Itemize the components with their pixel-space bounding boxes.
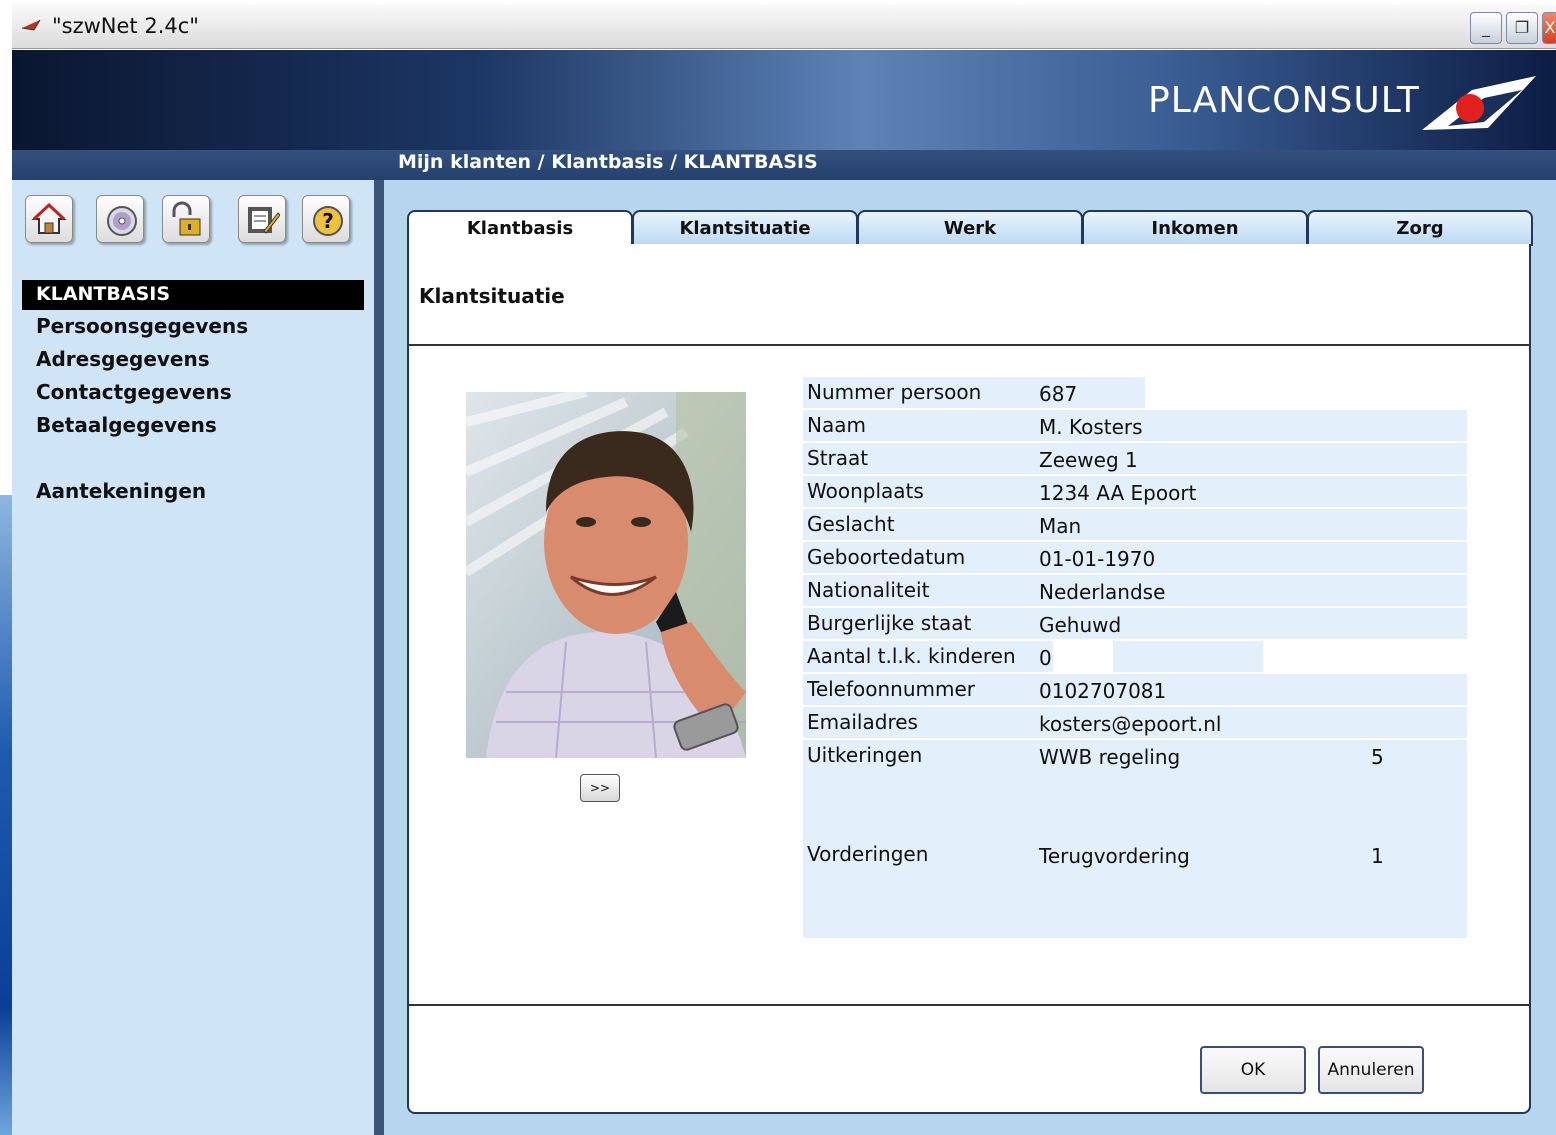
client-photo	[466, 392, 746, 758]
sidebar-item-betaalgegevens[interactable]: Betaalgegevens	[36, 413, 217, 437]
vordering-count: 1	[1371, 844, 1384, 868]
next-photo-button[interactable]: >>	[580, 774, 620, 802]
sidebar-active-label: KLANTBASIS	[36, 283, 171, 305]
field-label: Straat	[807, 446, 869, 470]
field-label: Geboortedatum	[807, 545, 966, 569]
field-label: Telefoonnummer	[807, 677, 976, 701]
field-value-telefoonnummer: 0102707081	[1039, 679, 1167, 703]
field-value-nationaliteit: Nederlandse	[1039, 580, 1166, 604]
ok-button[interactable]: OK	[1200, 1046, 1306, 1094]
content-panel: Klantsituatie >> Nummer persoon 687 Naam…	[407, 244, 1531, 1114]
field-value-geboortedatum: 01-01-1970	[1039, 547, 1156, 571]
uitkering-count: 5	[1371, 745, 1384, 769]
tab-klantbasis[interactable]: Klantbasis	[407, 210, 633, 248]
vordering-value: Terugvordering	[1039, 844, 1190, 868]
sidebar-item-persoonsgegevens[interactable]: Persoonsgegevens	[36, 314, 248, 338]
breadcrumb: Mijn klanten / Klantbasis / KLANTBASIS	[398, 151, 818, 173]
field-label: Nationaliteit	[807, 578, 930, 602]
field-value-burgerlijke-staat: Gehuwd	[1039, 613, 1122, 637]
tab-inkomen[interactable]: Inkomen	[1082, 210, 1308, 246]
lock-icon[interactable]	[162, 195, 210, 243]
sidebar-divider	[374, 180, 384, 1135]
field-value-woonplaats: 1234 AA Epoort	[1039, 481, 1197, 505]
field-value-naam: M. Kosters	[1039, 415, 1143, 439]
window-title: "szwNet 2.4c"	[52, 14, 199, 38]
field-label: Emailadres	[807, 710, 918, 734]
uitkering-value: WWB regeling	[1039, 745, 1181, 769]
tab-klantsituatie[interactable]: Klantsituatie	[632, 210, 858, 246]
field-label: Burgerlijke staat	[807, 611, 972, 635]
home-icon[interactable]	[25, 195, 73, 243]
tab-werk[interactable]: Werk	[857, 210, 1083, 246]
window-titlebar: "szwNet 2.4c" _ ❐ X	[12, 4, 1556, 49]
field-value-geslacht: Man	[1039, 514, 1082, 538]
field-value-straat: Zeeweg 1	[1039, 448, 1138, 472]
divider	[409, 344, 1529, 346]
cancel-button[interactable]: Annuleren	[1318, 1046, 1424, 1094]
header-banner: PLANCONSULT	[12, 50, 1556, 150]
breadcrumb-bar: Mijn klanten / Klantbasis / KLANTBASIS	[12, 150, 1556, 180]
tab-zorg[interactable]: Zorg	[1307, 210, 1533, 246]
sidebar-item-adresgegevens[interactable]: Adresgegevens	[36, 347, 210, 371]
company-logo-icon	[1422, 76, 1536, 130]
panel-title: Klantsituatie	[419, 284, 565, 308]
row-bg	[803, 509, 1467, 540]
field-label: Uitkeringen	[807, 743, 923, 767]
field-label: Aantal t.l.k. kinderen	[807, 644, 1016, 668]
field-label: Vorderingen	[807, 842, 929, 866]
row-bg	[803, 740, 1467, 938]
notepad-icon[interactable]	[238, 195, 286, 243]
help-icon[interactable]: ?	[302, 195, 350, 243]
disc-icon[interactable]	[96, 195, 144, 243]
app-icon	[21, 19, 41, 31]
divider	[409, 1004, 1529, 1006]
sidebar-item-contactgegevens[interactable]: Contactgegevens	[36, 380, 232, 404]
field-label: Naam	[807, 413, 866, 437]
close-icon[interactable]: X	[1542, 12, 1556, 44]
sidebar-item-klantbasis[interactable]: KLANTBASIS	[22, 280, 364, 310]
sidebar-item-aantekeningen[interactable]: Aantekeningen	[36, 479, 206, 503]
svg-text:?: ?	[322, 209, 334, 233]
field-value-kinderen: 0	[1039, 646, 1052, 670]
desktop-background	[0, 495, 12, 1135]
field-label: Geslacht	[807, 512, 895, 536]
field-value-emailadres: kosters@epoort.nl	[1039, 712, 1222, 736]
field-label: Nummer persoon	[807, 380, 982, 404]
field-value-nummer: 687	[1039, 382, 1078, 406]
restore-icon[interactable]: ❐	[1506, 12, 1538, 44]
row-bg	[1113, 641, 1263, 672]
field-label: Woonplaats	[807, 479, 924, 503]
minimize-icon[interactable]: _	[1470, 12, 1502, 44]
company-logo-text: PLANCONSULT	[1148, 80, 1420, 121]
